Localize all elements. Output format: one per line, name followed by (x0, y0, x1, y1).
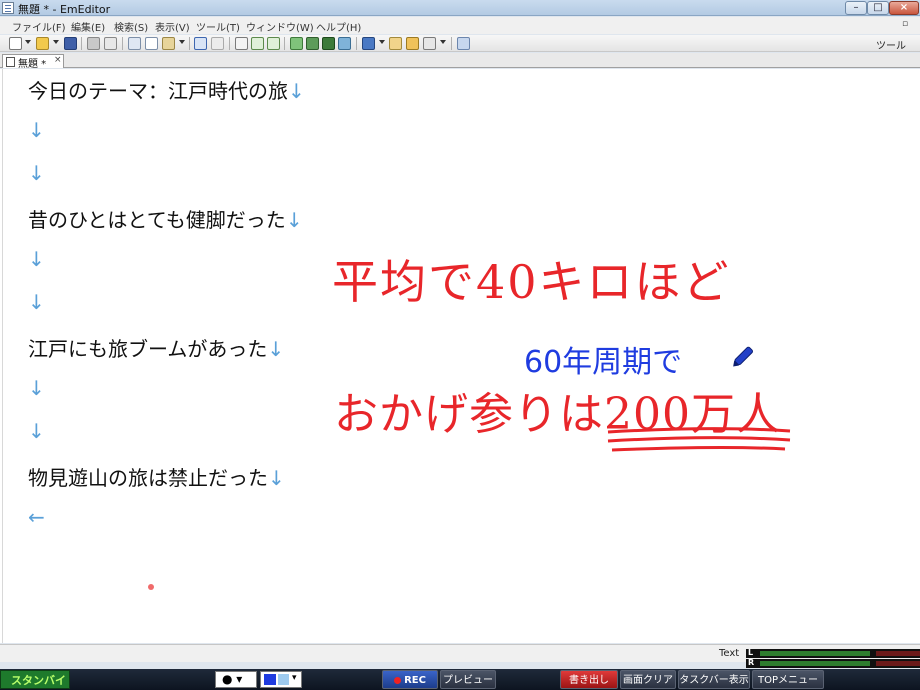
paste-icon[interactable] (162, 37, 175, 50)
wrap-window-icon[interactable] (306, 37, 319, 50)
save-icon[interactable] (64, 37, 77, 50)
capture-control-bar: スタンバイ ● ▾ ▾ REC プレビュー 書き出し 画面クリア タスクバー表示… (0, 669, 920, 690)
macro-dropdown-icon[interactable] (440, 40, 446, 44)
tab-untitled[interactable]: 無題 * × (2, 54, 64, 70)
undo-icon[interactable] (194, 37, 207, 50)
encoding-icon[interactable] (362, 37, 375, 50)
maximize-button[interactable]: □ (867, 1, 889, 15)
toolbar-separator (284, 37, 285, 50)
export-button[interactable]: 書き出し (560, 670, 618, 689)
meter-left-level (760, 651, 870, 656)
pen-color-select[interactable]: ▾ (260, 671, 302, 688)
taskbar-show-button[interactable]: タスクバー表示 (678, 670, 750, 689)
menu-file[interactable]: ファイル(F) (12, 19, 66, 34)
menu-help[interactable]: ヘルプ(H) (316, 19, 361, 34)
menu-search[interactable]: 検索(S) (114, 19, 148, 34)
document-icon (6, 57, 15, 67)
ink-layer (148, 346, 791, 590)
pen-cursor-icon (733, 346, 753, 367)
find-previous-icon[interactable] (267, 37, 280, 50)
encoding-dropdown-icon[interactable] (379, 40, 385, 44)
toolbar-separator (356, 37, 357, 50)
menu-bar: ファイル(F) 編集(E) 検索(S) 表示(V) ツール(T) ウィンドウ(W… (0, 17, 920, 34)
underline-1 (607, 427, 791, 434)
menu-window[interactable]: ウィンドウ(W) (246, 19, 314, 34)
open-dropdown-icon[interactable] (53, 40, 59, 44)
tools-toolbar-label[interactable]: ツール (876, 37, 906, 52)
highlighter-color-swatch (278, 674, 289, 685)
menu-edit[interactable]: 編集(E) (71, 19, 105, 34)
text-mode-indicator: Text (719, 648, 740, 659)
clear-screen-button[interactable]: 画面クリア (620, 670, 676, 689)
emeditor-window: 無題 * - EmEditor – □ × ファイル(F) 編集(E) 検索(S… (0, 0, 920, 690)
redo-icon[interactable] (211, 37, 224, 50)
underline-3 (611, 445, 786, 452)
menu-restore-icon[interactable]: ▫ (902, 19, 916, 31)
record-dot-icon (394, 676, 402, 684)
macro-record-icon[interactable] (389, 37, 402, 50)
cut-icon[interactable] (128, 37, 141, 50)
print-icon[interactable] (87, 37, 100, 50)
preview-button[interactable]: プレビュー (440, 670, 496, 689)
close-button[interactable]: × (889, 1, 919, 15)
macro-menu-icon[interactable] (423, 37, 436, 50)
minimize-button[interactable]: – (845, 1, 867, 15)
copy-icon[interactable] (145, 37, 158, 50)
rec-button[interactable]: REC (382, 670, 438, 689)
chevron-down-icon: ▾ (292, 673, 297, 683)
find-icon[interactable] (235, 37, 248, 50)
menu-tools[interactable]: ツール(T) (196, 19, 240, 34)
title-bar: 無題 * - EmEditor – □ × (0, 0, 920, 16)
customize-icon[interactable] (457, 37, 470, 50)
meter-left-peak-zone (876, 651, 920, 656)
toolbar-separator (451, 37, 452, 50)
toolbar (0, 35, 920, 52)
stray-ink-dot (148, 584, 154, 590)
window-title: 無題 * - EmEditor (18, 3, 111, 16)
top-menu-button[interactable]: TOPメニュー (752, 670, 824, 689)
pen-color-swatch (264, 674, 276, 685)
macro-run-icon[interactable] (406, 37, 419, 50)
new-file-icon[interactable] (9, 37, 22, 50)
meter-right-label: R (748, 658, 755, 667)
toolbar-separator (229, 37, 230, 50)
print-preview-icon[interactable] (104, 37, 117, 50)
meter-right-level (760, 661, 870, 666)
underline-2 (607, 436, 791, 443)
new-dropdown-icon[interactable] (25, 40, 31, 44)
standby-status: スタンバイ (0, 670, 70, 689)
audio-meter-right: R (746, 658, 920, 668)
meter-right-peak-zone (876, 661, 920, 666)
pen-size-select[interactable]: ● ▾ (215, 671, 257, 688)
wrap-column-icon[interactable] (322, 37, 335, 50)
paste-dropdown-icon[interactable] (179, 40, 185, 44)
tab-bar: 無題 * × (0, 53, 920, 70)
find-next-icon[interactable] (251, 37, 264, 50)
menu-view[interactable]: 表示(V) (155, 19, 190, 34)
toolbar-separator (122, 37, 123, 50)
audio-meter-left: L (746, 648, 920, 658)
wrap-page-icon[interactable] (338, 37, 351, 50)
app-icon (2, 2, 14, 14)
open-folder-icon[interactable] (36, 37, 49, 50)
toolbar-separator (81, 37, 82, 50)
meter-left-label: L (748, 648, 754, 657)
word-wrap-icon[interactable] (290, 37, 303, 50)
toolbar-separator (189, 37, 190, 50)
tab-close-icon[interactable]: × (54, 55, 62, 65)
tab-label: 無題 * (18, 59, 47, 70)
